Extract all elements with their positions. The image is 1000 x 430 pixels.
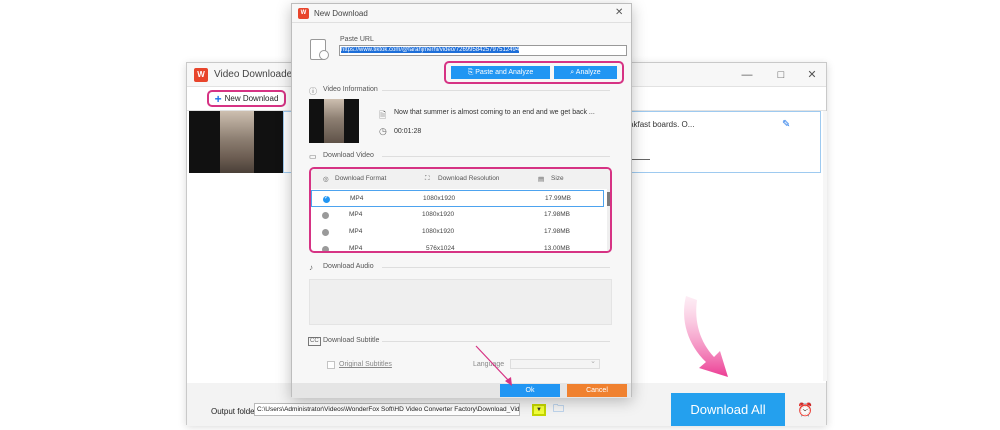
original-subtitles-label[interactable]: Original Subtitles	[339, 361, 392, 368]
size-header-icon: ▤	[538, 176, 545, 183]
task-thumbnail	[189, 111, 283, 173]
window-title: Video Downloader	[214, 69, 296, 80]
language-label: Language	[473, 361, 505, 368]
cancel-button[interactable]: Cancel	[567, 384, 627, 397]
resolution-column-header: Download Resolution	[438, 175, 500, 182]
output-folder-label: Output folder:	[211, 407, 260, 416]
output-folder-input[interactable]: C:\Users\Administrator\Videos\WonderFox …	[254, 403, 520, 416]
music-note-icon: ♪	[309, 263, 313, 272]
radio-unselected[interactable]	[322, 229, 329, 236]
minimize-button[interactable]: —	[739, 67, 755, 83]
size-cell: 17.98MB	[544, 228, 571, 235]
dialog-footer: Ok Cancel	[292, 383, 631, 398]
resolution-cell: 1080x1920	[423, 195, 456, 202]
scrollbar-thumb[interactable]	[607, 192, 610, 206]
new-download-label: New Download	[224, 94, 279, 103]
original-subtitles-checkbox[interactable]	[327, 361, 335, 369]
video-info-label: Video Information	[323, 86, 378, 93]
audio-list	[309, 279, 612, 325]
format-cell: MP4	[350, 195, 364, 202]
size-cell: 17.99MB	[545, 195, 572, 202]
size-column-header: Size	[551, 175, 564, 182]
format-table: ◎ Download Format ⛶ Download Resolution …	[309, 167, 612, 253]
resolution-header-icon: ⛶	[425, 175, 430, 182]
divider	[382, 156, 610, 157]
url-input[interactable]: https://www.tiktok.com/@farahjmerhi/vide…	[339, 45, 627, 56]
radio-unselected[interactable]	[322, 246, 329, 251]
download-audio-label: Download Audio	[323, 263, 374, 270]
video-duration: 00:01:28	[394, 128, 422, 135]
divider	[382, 267, 610, 268]
format-row[interactable]: MP4 1080x1920 17.98MB	[311, 224, 604, 241]
radio-selected[interactable]	[323, 194, 330, 203]
video-icon: ▭	[309, 152, 317, 161]
alarm-clock-icon[interactable]: ⏰	[797, 402, 813, 418]
new-download-dialog: W New Download ✕ Paste URL https://www.t…	[291, 3, 632, 398]
download-video-label: Download Video	[323, 152, 374, 159]
size-cell: 17.98MB	[544, 211, 571, 218]
radio-unselected[interactable]	[322, 212, 329, 219]
folder-icon[interactable]: 🗀	[553, 403, 567, 415]
video-thumbnail	[309, 99, 359, 143]
close-button[interactable]: ✕	[804, 67, 820, 83]
dialog-close-button[interactable]: ✕	[615, 7, 623, 18]
language-select[interactable]	[510, 357, 600, 369]
format-cell: MP4	[349, 245, 363, 252]
cc-icon: CC	[308, 337, 321, 346]
video-title: Now that summer is almost coming to an e…	[394, 109, 595, 116]
divider	[382, 90, 610, 91]
analyze-button-group: ⎘ Paste and Analyze ⌕ Analyze	[444, 61, 624, 84]
paste-and-analyze-button[interactable]: ⎘ Paste and Analyze	[451, 66, 550, 79]
resolution-cell: 576x1024	[426, 245, 455, 252]
paste-url-label: Paste URL	[340, 36, 374, 43]
format-row[interactable]: MP4 1080x1920 17.98MB	[311, 207, 604, 224]
app-logo-icon: W	[194, 68, 208, 82]
download-subtitle-label: Download Subtitle	[323, 337, 380, 344]
size-cell: 13.00MB	[544, 245, 571, 252]
paste-analyze-label: Paste and Analyze	[475, 69, 534, 76]
link-file-icon	[310, 39, 329, 60]
resolution-cell: 1080x1920	[422, 211, 455, 218]
app-logo-icon: W	[298, 8, 309, 19]
format-cell: MP4	[349, 211, 363, 218]
format-table-header: ◎ Download Format ⛶ Download Resolution …	[311, 169, 610, 189]
format-column-header: Download Format	[335, 175, 387, 182]
format-cell: MP4	[349, 228, 363, 235]
chevron-down-icon[interactable]: ▼	[532, 404, 546, 416]
maximize-button[interactable]: □	[773, 67, 789, 83]
divider	[382, 341, 610, 342]
plus-icon: +	[214, 91, 222, 106]
dialog-title: New Download	[314, 9, 368, 18]
main-scrollbar[interactable]	[823, 111, 827, 381]
download-all-button[interactable]: Download All	[671, 393, 785, 426]
info-icon: ⓘ	[309, 87, 317, 96]
format-row[interactable]: MP4 576x1024 13.00MB	[311, 241, 604, 252]
new-download-button[interactable]: + New Download	[207, 90, 286, 107]
format-row[interactable]: MP4 1080x1920 17.99MB	[311, 190, 604, 207]
analyze-label: Analyze	[575, 69, 601, 76]
url-value: https://www.tiktok.com/@farahjmerhi/vide…	[341, 47, 520, 53]
analyze-button[interactable]: ⌕ Analyze	[554, 66, 617, 79]
format-scrollbar[interactable]	[607, 189, 610, 251]
document-icon: 🗎	[379, 110, 387, 120]
ok-button[interactable]: Ok	[500, 384, 560, 397]
dialog-title-bar: W New Download ✕	[292, 4, 631, 23]
format-header-icon: ◎	[323, 176, 329, 183]
edit-pencil-icon[interactable]: ✎	[782, 119, 790, 130]
clock-icon: ◷	[379, 126, 387, 136]
resolution-cell: 1080x1920	[422, 228, 455, 235]
